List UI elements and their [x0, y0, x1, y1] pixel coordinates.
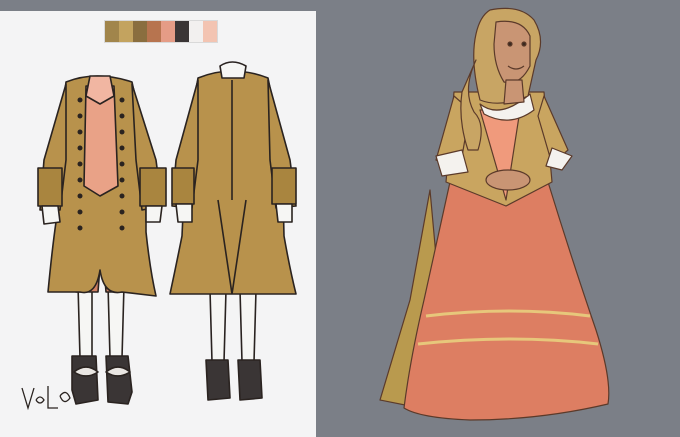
woman-in-dress	[379, 7, 610, 421]
artist-signature	[21, 386, 71, 411]
coat-front-view	[37, 75, 167, 405]
artwork	[21, 7, 610, 421]
illustration-canvas	[0, 0, 680, 437]
coat-back-view	[169, 61, 297, 401]
